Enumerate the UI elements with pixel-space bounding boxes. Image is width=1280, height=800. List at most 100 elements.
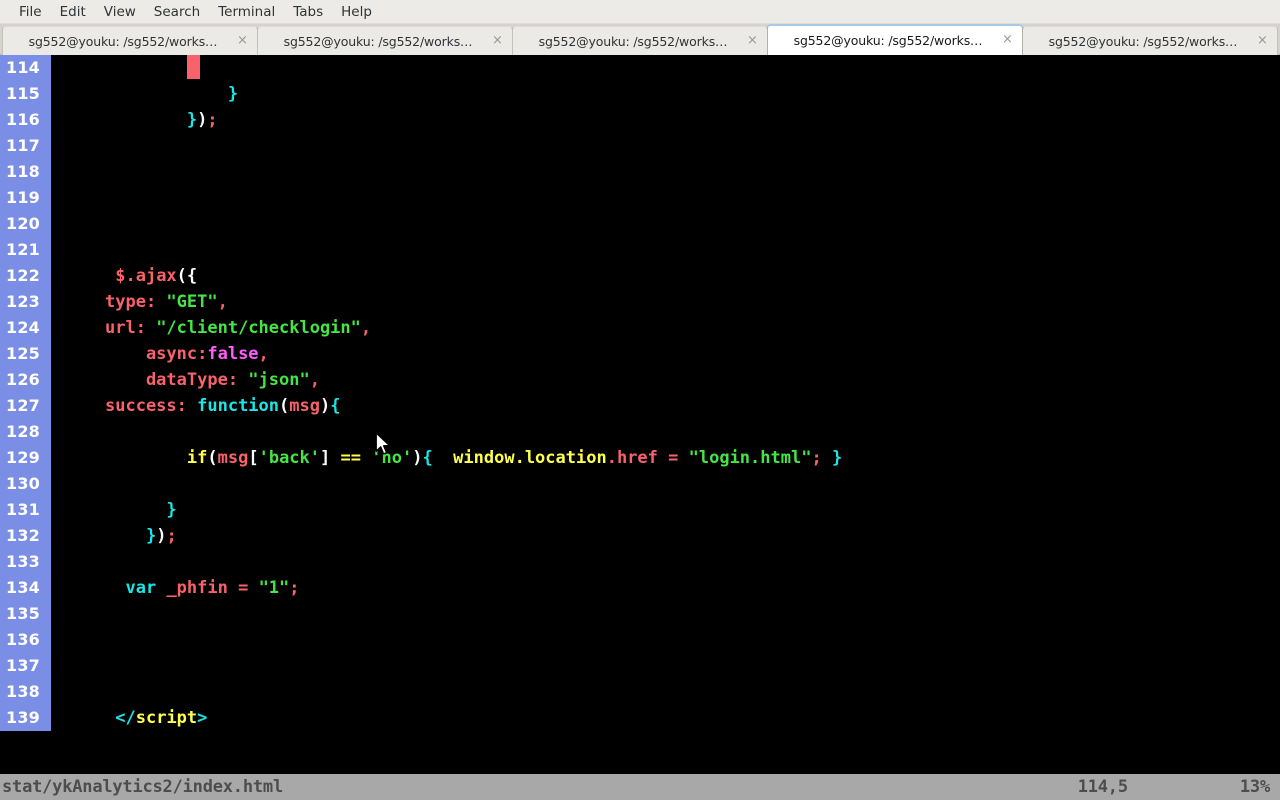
code-token: ({	[176, 266, 198, 286]
code-line[interactable]: 120	[0, 211, 1280, 237]
code-line[interactable]: 124 url: "/client/checklogin",	[0, 315, 1280, 341]
code-token: =	[657, 448, 689, 468]
code-line-text[interactable]: success: function(msg){	[51, 393, 1280, 419]
tab-title: sg552@youku: /sg552/works…	[538, 33, 728, 49]
line-number: 131	[0, 497, 51, 523]
code-line[interactable]: 131 }	[0, 497, 1280, 523]
code-line-text[interactable]: }	[51, 497, 1280, 523]
line-number: 135	[0, 601, 51, 627]
code-line[interactable]: 129 if(msg['back'] == 'no'){ window.loca…	[0, 445, 1280, 471]
code-line-text[interactable]: });	[51, 107, 1280, 133]
code-line-text[interactable]	[51, 471, 1280, 497]
terminal-tab-1[interactable]: sg552@youku: /sg552/works… ×	[2, 26, 258, 55]
code-line-text[interactable]	[51, 679, 1280, 705]
code-line[interactable]: 114	[0, 55, 1280, 81]
code-line[interactable]: 138	[0, 679, 1280, 705]
code-line-text[interactable]	[51, 211, 1280, 237]
terminal-tab-3[interactable]: sg552@youku: /sg552/works… ×	[512, 26, 768, 55]
code-line[interactable]: 132 });	[0, 523, 1280, 549]
code-line-text[interactable]: async:false,	[51, 341, 1280, 367]
line-number: 120	[0, 211, 51, 237]
code-line[interactable]: 134 var _phfin = "1";	[0, 575, 1280, 601]
code-token: success:	[105, 396, 198, 416]
code-line-text[interactable]: $.ajax({	[51, 263, 1280, 289]
menu-item-tabs[interactable]: Tabs	[284, 2, 332, 22]
code-line[interactable]: 125 async:false,	[0, 341, 1280, 367]
code-line-text[interactable]	[51, 653, 1280, 679]
menu-item-help[interactable]: Help	[332, 2, 381, 22]
status-filename: stat/ykAnalytics2/index.html	[2, 777, 283, 797]
tab-close-icon[interactable]: ×	[489, 33, 506, 50]
code-line-text[interactable]	[51, 627, 1280, 653]
code-line-text[interactable]: }	[51, 81, 1280, 107]
code-line-text[interactable]: dataType: "json",	[51, 367, 1280, 393]
code-line-text[interactable]: type: "GET",	[51, 289, 1280, 315]
code-token: }	[227, 84, 239, 104]
code-line-text[interactable]	[51, 419, 1280, 445]
tab-close-icon[interactable]: ×	[744, 33, 761, 50]
code-token: ,	[217, 292, 228, 312]
code-line[interactable]: 119	[0, 185, 1280, 211]
code-line-text[interactable]	[51, 237, 1280, 263]
code-line[interactable]: 133	[0, 549, 1280, 575]
terminal-tab-2[interactable]: sg552@youku: /sg552/works… ×	[257, 26, 513, 55]
code-line[interactable]: 130	[0, 471, 1280, 497]
menu-item-search[interactable]: Search	[145, 2, 209, 22]
code-token: </	[115, 708, 136, 728]
code-line[interactable]: 121	[0, 237, 1280, 263]
menu-item-file[interactable]: File	[10, 2, 51, 22]
code-line[interactable]: 137	[0, 653, 1280, 679]
code-line[interactable]: 116 });	[0, 107, 1280, 133]
code-line[interactable]: 139 </script>	[0, 705, 1280, 731]
code-line-text[interactable]: url: "/client/checklogin",	[51, 315, 1280, 341]
code-token: msg	[289, 396, 320, 416]
code-line[interactable]: 117	[0, 133, 1280, 159]
code-token: dataType:	[105, 370, 249, 390]
line-number: 121	[0, 237, 51, 263]
code-token: href	[616, 448, 658, 468]
code-line[interactable]: 123 type: "GET",	[0, 289, 1280, 315]
line-number: 136	[0, 627, 51, 653]
terminal-tab-4[interactable]: sg552@youku: /sg552/works… ×	[767, 24, 1023, 55]
code-line-text[interactable]: </script>	[51, 705, 1280, 731]
line-number: 137	[0, 653, 51, 679]
code-line-text[interactable]	[51, 133, 1280, 159]
tab-close-icon[interactable]: ×	[1254, 33, 1271, 50]
code-line-text[interactable]: if(msg['back'] == 'no'){ window.location…	[51, 445, 1280, 471]
code-token: script	[135, 708, 198, 728]
code-line-text[interactable]	[51, 549, 1280, 575]
code-line[interactable]: 118	[0, 159, 1280, 185]
tab-close-icon[interactable]: ×	[234, 33, 251, 50]
code-line-text[interactable]: var _phfin = "1";	[51, 575, 1280, 601]
tab-title: sg552@youku: /sg552/works…	[283, 33, 473, 49]
code-line-text[interactable]	[51, 159, 1280, 185]
code-line-text[interactable]	[51, 601, 1280, 627]
code-line[interactable]: 122 $.ajax({	[0, 263, 1280, 289]
line-number: 115	[0, 81, 51, 107]
tab-bar: sg552@youku: /sg552/works… × sg552@youku: …	[0, 24, 1280, 55]
terminal-tab-5[interactable]: sg552@youku: /sg552/works… ×	[1022, 26, 1278, 55]
menu-item-terminal[interactable]: Terminal	[209, 2, 284, 22]
code-line[interactable]: 115 }	[0, 81, 1280, 107]
code-token: )	[319, 396, 331, 416]
code-line-text[interactable]	[51, 185, 1280, 211]
code-line[interactable]: 126 dataType: "json",	[0, 367, 1280, 393]
code-line-text[interactable]	[51, 55, 1280, 81]
code-token: ,	[309, 370, 320, 390]
menu-item-edit[interactable]: Edit	[51, 2, 95, 22]
code-line[interactable]: 136	[0, 627, 1280, 653]
code-line-text[interactable]: });	[51, 523, 1280, 549]
code-line[interactable]: 127 success: function(msg){	[0, 393, 1280, 419]
menu-item-view[interactable]: View	[95, 2, 145, 22]
line-number: 128	[0, 419, 51, 445]
code-token: }	[166, 500, 177, 520]
terminal-body[interactable]: 114 115 } 116 }); 117 118 119 120 121 122 $.aja…	[0, 55, 1280, 800]
code-token: type:	[105, 292, 167, 312]
code-line[interactable]: 128	[0, 419, 1280, 445]
code-line[interactable]: 135	[0, 601, 1280, 627]
editor-code-area[interactable]: 114 115 } 116 }); 117 118 119 120 121 122 $.aja…	[0, 55, 1280, 774]
tab-close-icon[interactable]: ×	[999, 32, 1016, 49]
